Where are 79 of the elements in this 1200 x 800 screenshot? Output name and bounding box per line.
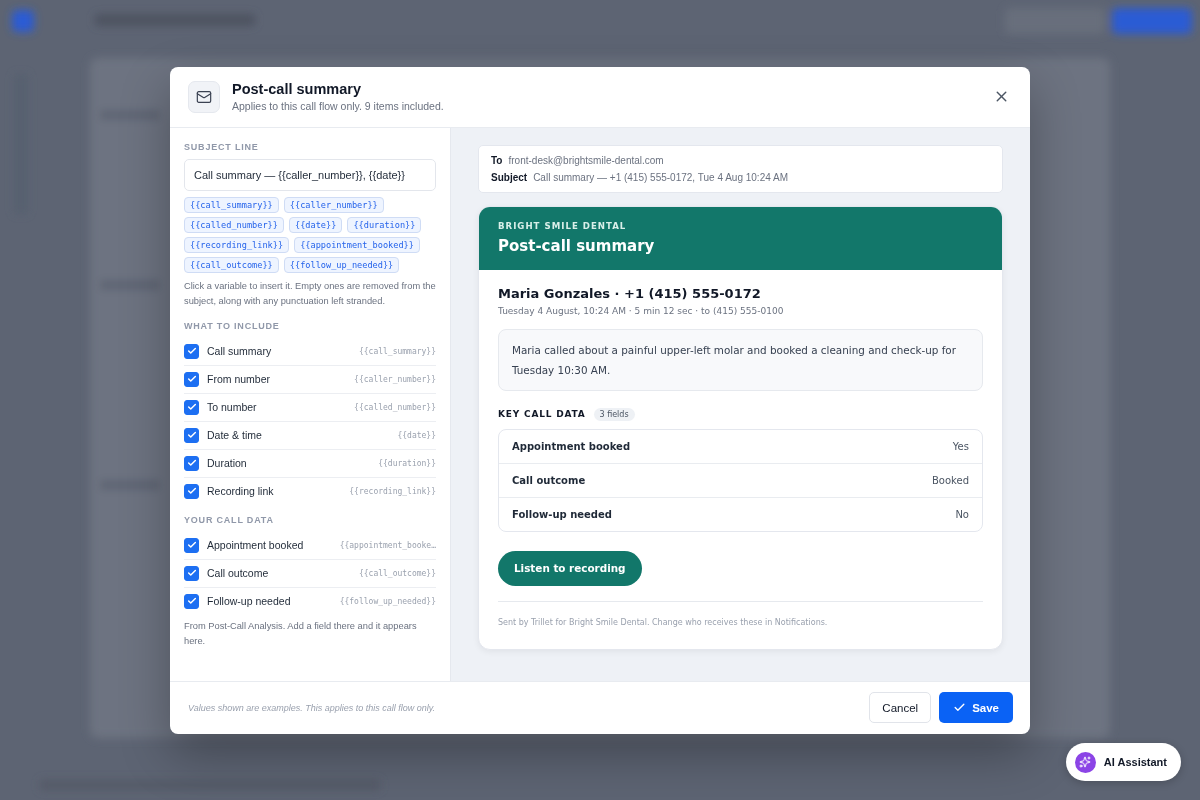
variable-chip[interactable]: {{follow_up_needed}} [283,256,400,273]
footer-note: Values shown are examples. This applies to this call flow only. [188,702,437,713]
key-data-heading: KEY CALL DATA [498,409,586,419]
variable-token: {{called_number}} [354,402,436,412]
email-heading: Post-call summary [498,236,656,255]
checkbox[interactable] [184,537,199,553]
field-value: Booked [931,474,969,486]
field-name: Appointment booked [512,440,631,452]
checkbox[interactable] [184,455,199,471]
dialog-subtitle: Applies to this call flow only. 9 items included. [232,100,445,112]
checkbox[interactable] [184,371,199,387]
option-label: Date & time [207,429,263,441]
ai-assistant-button[interactable]: AI Assistant [1065,743,1181,781]
field-name: Follow-up needed [512,508,612,520]
dialog-title: Post-call summary [232,81,362,97]
variable-token: {{date}} [397,430,436,440]
field-value: No [955,508,969,520]
check-icon [186,402,197,412]
checkbox[interactable] [184,483,199,499]
section-heading: YOUR CALL DATA [184,514,275,525]
option-label: Recording link [207,485,275,497]
variable-chip[interactable]: {{duration}} [347,216,422,233]
note-text: From Post-Call Analysis. Add a field there and it appears here. [184,619,418,648]
variable-chip[interactable]: {{called_number}} [184,216,284,233]
check-icon [186,430,197,440]
check-icon [186,486,197,496]
option-label: From number [207,373,271,385]
field-value: Yes [952,440,969,452]
check-icon [186,596,197,606]
variable-chip[interactable]: {{call_outcome}} [184,256,279,273]
variable-chip[interactable]: {{recording_link}} [184,236,290,253]
field-name: Call outcome [512,474,586,486]
field-count-badge: 3 fields [593,407,635,421]
sparkle-icon [1074,751,1096,773]
check-icon [186,346,197,356]
variable-chip[interactable]: {{date}} [288,216,343,233]
subject-text: Call summary — +1 (415) 555-0172, Tue 4 Aug 10:24 AM [533,171,788,183]
checkbox[interactable] [184,343,199,359]
checkbox[interactable] [184,399,199,415]
check-icon [186,540,197,550]
variable-token: {{recording_link}} [349,486,436,496]
variable-token: {{call_summary}} [358,346,436,356]
check-icon [186,374,197,384]
subject-label: Subject [491,171,528,183]
variable-chip[interactable]: {{call_summary}} [184,196,279,213]
variable-chip[interactable]: {{caller_number}} [283,196,384,213]
option-label: To number [207,401,258,413]
checkbox[interactable] [184,565,199,581]
checkbox[interactable] [184,427,199,443]
check-icon [186,458,197,468]
subject-field[interactable]: Call summary — {{caller_number}}, {{date}} [184,158,436,191]
hint-text: Click a variable to insert it. Empty ones are removed from the subject, along with any punctuation left stranded. [184,279,436,308]
variable-token: {{follow_up_needed}} [339,596,436,606]
email-footer-text: Sent by Trillet for Bright Smile Dental. Change who receives these in Notifications. [498,617,829,627]
option-label: Call summary [207,345,273,357]
option-label: Call outcome [207,567,270,579]
option-label: Duration [207,457,248,469]
checkbox[interactable] [184,593,199,609]
caller-name: Maria Gonzales · +1 (415) 555-0172 [498,285,762,301]
call-meta: Tuesday 4 August, 10:24 AM · 5 min 12 sec · to (415) 555-0100 [498,305,785,316]
check-icon [953,701,967,714]
mail-icon [188,80,220,113]
option-label: Appointment booked [207,539,305,551]
option-label: Follow-up needed [207,595,292,607]
section-heading: SUBJECT LINE [184,141,260,152]
section-heading: WHAT TO INCLUDE [184,320,281,331]
variable-chip[interactable]: {{appointment_booked}} [294,236,420,253]
check-icon [186,568,197,578]
variable-token: {{caller_number}} [354,374,436,384]
call-summary: Maria called about a painful upper-left molar and booked a cleaning and check-up for Tuesday 10:30 AM. [498,328,983,391]
to-address: front-desk@brightsmile-dental.com [508,154,664,166]
save-button[interactable]: Save [939,692,1013,723]
listen-button[interactable]: Listen to recording [498,550,642,586]
to-label: To [491,154,503,166]
variable-token: {{duration}} [378,458,436,468]
brand-name: BRIGHT SMILE DENTAL [498,220,628,231]
variable-token: {{call_outcome}} [358,568,436,578]
cancel-button[interactable]: Cancel [869,692,932,723]
variable-token: {{appointment_booke… [339,540,436,550]
